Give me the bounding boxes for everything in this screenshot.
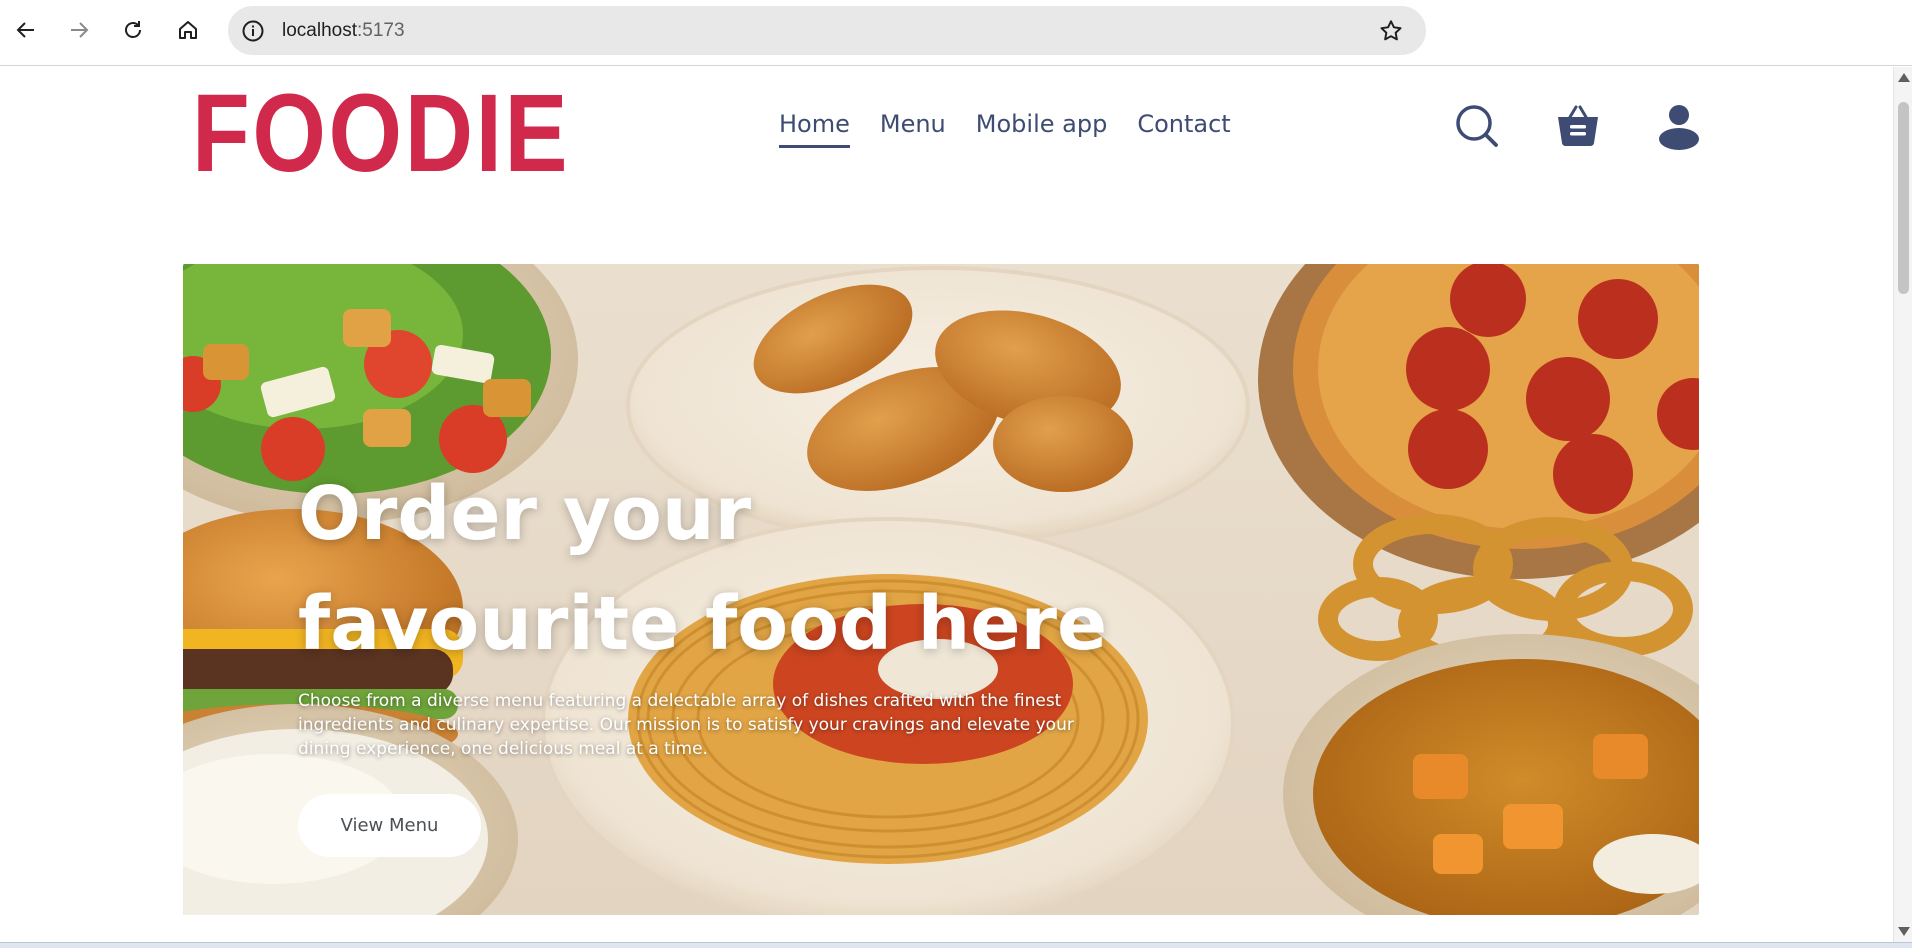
info-icon[interactable] bbox=[240, 18, 266, 44]
browser-toolbar: localhost:5173 bbox=[0, 0, 1912, 66]
vertical-scrollbar[interactable] bbox=[1893, 67, 1912, 942]
scroll-thumb[interactable] bbox=[1898, 102, 1909, 294]
hero-description: Choose from a diverse menu featuring a d… bbox=[298, 691, 1074, 759]
site-logo[interactable]: FOODIE bbox=[192, 79, 570, 189]
hero-banner: Order your favourite food here Choose fr… bbox=[183, 264, 1699, 915]
url-host: localhost bbox=[282, 20, 357, 41]
page-viewport: FOODIE Home Menu Mobile app Contact Orde… bbox=[0, 67, 1893, 942]
nav-mobile-app[interactable]: Mobile app bbox=[976, 109, 1108, 148]
url-port: :5173 bbox=[357, 20, 405, 41]
url-text[interactable]: localhost:5173 bbox=[282, 18, 405, 44]
nav-home[interactable]: Home bbox=[779, 109, 850, 148]
forward-arrow-icon[interactable] bbox=[65, 13, 93, 47]
hero-title-line-2: favourite food here bbox=[298, 581, 1108, 667]
hero-title: Order your favourite food here bbox=[298, 459, 1198, 679]
search-icon[interactable] bbox=[1452, 101, 1502, 151]
reload-icon[interactable] bbox=[119, 13, 147, 47]
basket-icon[interactable] bbox=[1553, 101, 1603, 151]
scroll-up-arrow-icon[interactable] bbox=[1898, 73, 1910, 82]
view-menu-button[interactable]: View Menu bbox=[298, 794, 481, 857]
nav-menu[interactable]: Menu bbox=[880, 109, 946, 148]
address-bar[interactable]: localhost:5173 bbox=[228, 6, 1426, 55]
nav-contact[interactable]: Contact bbox=[1137, 109, 1230, 148]
main-navigation: Home Menu Mobile app Contact bbox=[779, 109, 1231, 148]
back-arrow-icon[interactable] bbox=[12, 13, 40, 47]
user-icon[interactable] bbox=[1654, 101, 1704, 151]
scroll-down-arrow-icon[interactable] bbox=[1898, 927, 1910, 936]
hero-title-line-1: Order your bbox=[298, 471, 752, 557]
window-bottom-edge bbox=[0, 942, 1912, 948]
home-icon[interactable] bbox=[174, 13, 202, 47]
star-icon[interactable] bbox=[1378, 18, 1404, 44]
